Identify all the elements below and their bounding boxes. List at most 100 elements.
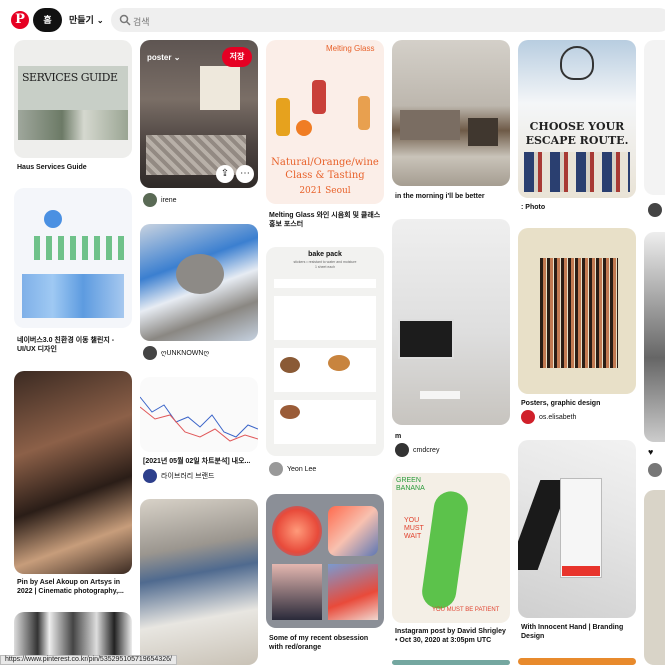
pin-caption[interactable]: [2021년 05월 02일 차트분석] 내오... bbox=[143, 457, 258, 466]
pin-image bbox=[419, 489, 471, 611]
pin-author[interactable]: ღUNKNOWNღ bbox=[143, 346, 209, 360]
pin-author[interactable]: 라이브러리 브랜드 bbox=[143, 469, 214, 483]
pin-art-text: ESCAPE ROUTE. bbox=[525, 134, 629, 147]
pin-image bbox=[560, 46, 594, 80]
search-bar[interactable]: 검색 bbox=[111, 8, 665, 32]
pin-author[interactable]: os.elisabeth bbox=[521, 410, 576, 424]
pin-innocent-hand[interactable] bbox=[518, 440, 636, 618]
pin-title: bake pack bbox=[308, 251, 342, 258]
chevron-down-icon: ⌄ bbox=[173, 53, 181, 62]
pin-image bbox=[400, 110, 460, 140]
stock-chart-image bbox=[140, 396, 258, 442]
pin-caption[interactable]: m bbox=[395, 432, 510, 441]
pin-caption[interactable]: Instagram post by David Shrigley • Oct 3… bbox=[395, 627, 510, 645]
save-button[interactable]: 저장 bbox=[222, 47, 252, 67]
caption-text: Photo bbox=[525, 204, 546, 211]
pin-image bbox=[272, 506, 322, 556]
pin-bake-pack[interactable]: bake pack stickers • resistant to water … bbox=[266, 247, 384, 456]
top-bar: P 홈 만들기 ⌄ 검색 bbox=[0, 0, 665, 40]
pin-image bbox=[560, 478, 602, 578]
pin-caption[interactable]: Haus Services Guide bbox=[17, 163, 132, 172]
pin-art-text: YOU MUST WAIT bbox=[404, 517, 424, 540]
pin-image bbox=[34, 236, 124, 260]
pin-art-text: SERVICES GUIDE bbox=[22, 71, 118, 84]
heart-icon: ♥ bbox=[648, 447, 654, 457]
pinterest-logo[interactable]: P bbox=[11, 11, 29, 29]
author-name: irene bbox=[161, 196, 177, 204]
pin-art-text: CHOOSE YOUR bbox=[529, 120, 625, 133]
pin-image bbox=[524, 152, 630, 192]
pin-heading: Melting Glass bbox=[326, 44, 375, 53]
pin-art-text: 2021 Seoul bbox=[299, 186, 351, 196]
pin-size: 1 sheet each bbox=[314, 265, 336, 269]
pin-image bbox=[328, 355, 350, 371]
board-selector[interactable]: poster ⌄ bbox=[147, 53, 180, 62]
pin-caption[interactable]: Some of my recent obsession with red/ora… bbox=[269, 634, 384, 652]
pin-art-text: GREEN BANANA bbox=[396, 477, 425, 492]
pin-image bbox=[420, 391, 460, 399]
pin-image bbox=[540, 258, 618, 368]
avatar bbox=[395, 443, 409, 457]
pin-chart-analysis[interactable] bbox=[140, 377, 258, 452]
pin-melting-glass[interactable]: Melting Glass Natural/Orange/wine Class … bbox=[266, 40, 384, 204]
share-icon[interactable]: ⇪ bbox=[216, 165, 234, 183]
pin-author[interactable]: irene bbox=[143, 193, 177, 207]
pin-caption[interactable]: Posters, graphic design bbox=[521, 399, 636, 408]
pin-author[interactable]: cmdcrey bbox=[395, 443, 439, 457]
pin-naver-challenge[interactable] bbox=[14, 188, 132, 328]
pin-partial-right[interactable] bbox=[644, 490, 665, 665]
pin-partial-bottom[interactable] bbox=[392, 660, 510, 665]
status-bar-url: https://www.pinterest.co.kr/pin/53529510… bbox=[0, 655, 177, 665]
pin-subtitle: stickers • resistant to water and moistu… bbox=[293, 260, 357, 264]
board-label: poster bbox=[147, 53, 172, 62]
pin-escape-route[interactable]: CHOOSE YOUR ESCAPE ROUTE. bbox=[518, 40, 636, 198]
avatar bbox=[648, 203, 662, 217]
chevron-down-icon: ⌄ bbox=[96, 16, 104, 25]
author-name: 라이브러리 브랜드 bbox=[161, 473, 215, 480]
avatar bbox=[269, 462, 283, 476]
pin-image bbox=[272, 564, 322, 620]
create-menu[interactable]: 만들기 ⌄ bbox=[69, 13, 104, 26]
pin-caption[interactable]: Melting Glass 와인 시음회 및 클래스 홍보 포스터 bbox=[269, 211, 384, 229]
pin-gradient-art[interactable] bbox=[266, 494, 384, 628]
pin-image bbox=[280, 405, 300, 419]
pin-partial-right[interactable] bbox=[644, 232, 665, 442]
pin-art-text: YOU MUST BE PATIENT bbox=[432, 607, 500, 613]
more-options-icon[interactable]: ⋯ bbox=[236, 165, 254, 183]
pin-partial-right[interactable] bbox=[644, 40, 665, 195]
pin-caption[interactable]: With Innocent Hand | Branding Design bbox=[521, 623, 636, 641]
avatar bbox=[143, 469, 157, 483]
pin-image bbox=[280, 357, 300, 373]
pin-image-lower bbox=[18, 110, 128, 140]
pin-caption[interactable]: 네이버스3.0 친환경 이동 챌린지 - UI/UX 디자인 bbox=[17, 336, 132, 354]
home-tab[interactable]: 홈 bbox=[33, 8, 62, 32]
pin-asel-cinematic[interactable] bbox=[14, 371, 132, 574]
pin-laptop[interactable] bbox=[140, 499, 258, 665]
pin-cat[interactable] bbox=[140, 224, 258, 341]
pin-elisabeth-poster[interactable] bbox=[518, 228, 636, 394]
author-name: Yeon Lee bbox=[287, 465, 317, 473]
pin-caption[interactable]: : Photo bbox=[521, 203, 636, 212]
pin-image bbox=[562, 566, 600, 576]
pin-author[interactable]: Yeon Lee bbox=[269, 462, 316, 476]
pin-image bbox=[328, 564, 378, 620]
pin-morning-room[interactable] bbox=[392, 40, 510, 186]
author-name: cmdcrey bbox=[413, 446, 440, 454]
pin-image bbox=[200, 66, 240, 110]
pin-art-text: Class & Tasting bbox=[285, 170, 365, 181]
pin-green-banana[interactable]: GREEN BANANA YOU MUST WAIT YOU MUST BE P… bbox=[392, 473, 510, 623]
pin-partial-bottom[interactable] bbox=[518, 658, 636, 665]
pin-image bbox=[468, 118, 498, 146]
pin-haus-services[interactable]: SERVICES GUIDE bbox=[14, 40, 132, 158]
pin-desk-setup[interactable] bbox=[392, 219, 510, 425]
pin-image bbox=[358, 96, 370, 130]
pin-image bbox=[276, 98, 290, 136]
author-name: ღUNKNOWNღ bbox=[161, 350, 209, 357]
pin-caption[interactable]: Pin by Asel Akoup on Artsys in 2022 | Ci… bbox=[17, 578, 132, 596]
pin-image bbox=[22, 274, 124, 318]
avatar bbox=[143, 346, 157, 360]
create-label: 만들기 bbox=[69, 15, 94, 25]
pin-image: SERVICES GUIDE bbox=[18, 66, 128, 110]
pin-caption[interactable]: in the morning i'll be better bbox=[395, 192, 510, 201]
pin-image bbox=[328, 506, 378, 556]
